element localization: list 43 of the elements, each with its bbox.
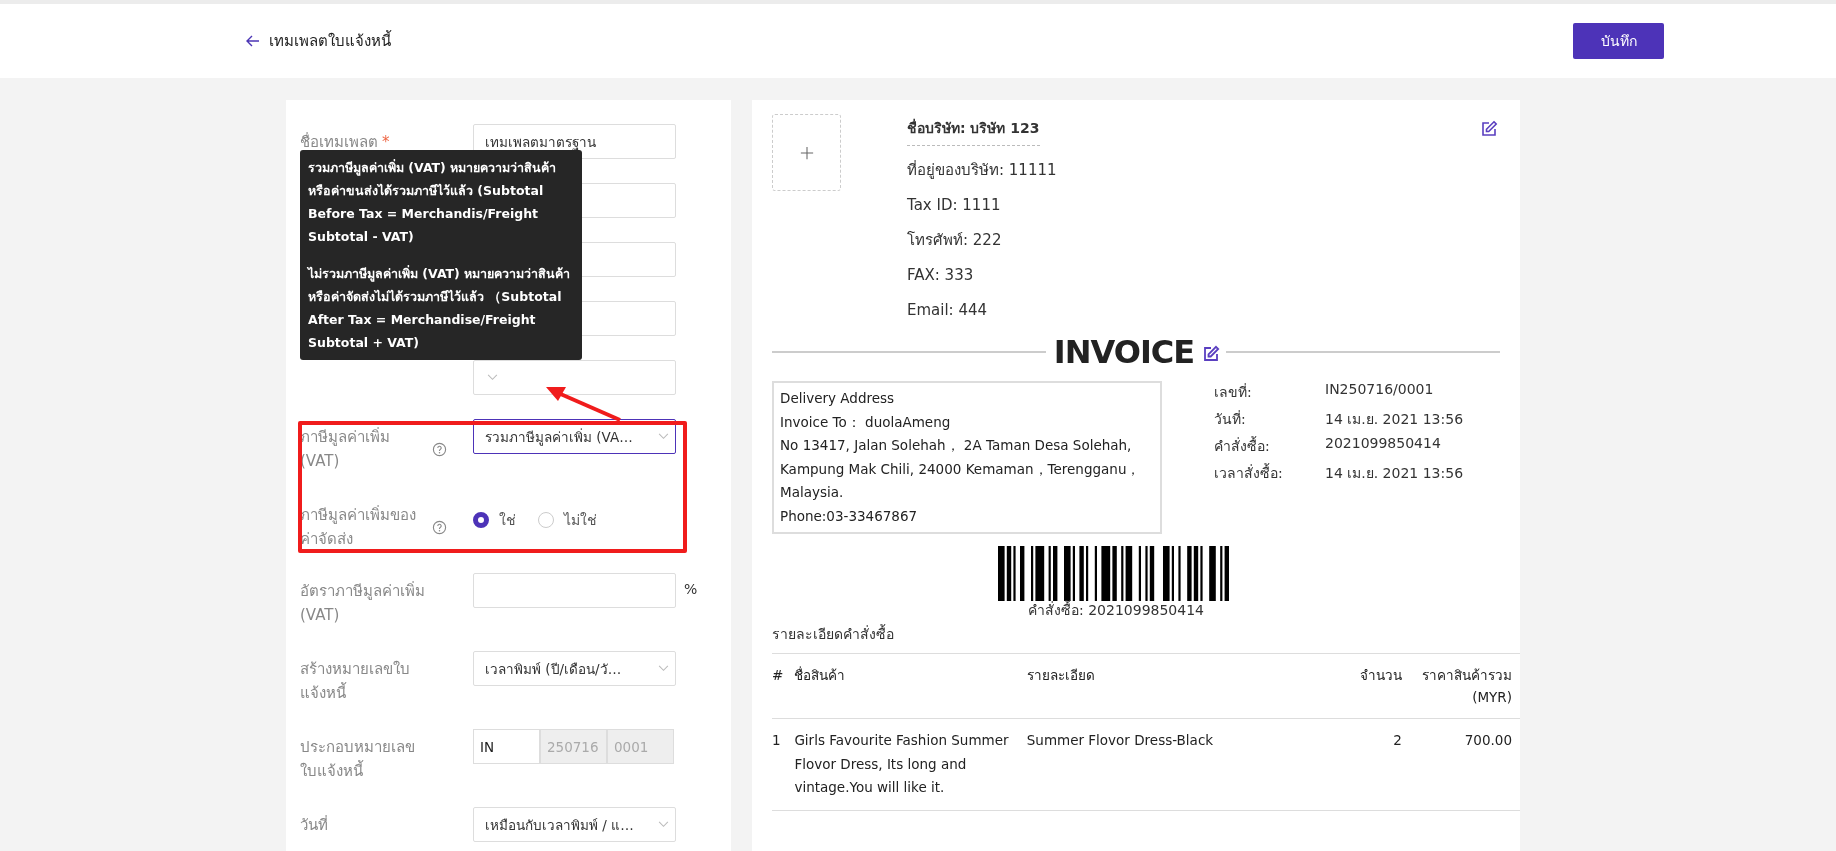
section-title: รายละเอียดคำสั่งซื้อ xyxy=(772,623,895,644)
table-cell: 700.00 xyxy=(1409,718,1520,810)
table-cell: Summer Flovor Dress-Black xyxy=(1026,718,1321,810)
barcode-caption: คำสั่งซื้อ: 2021099850414 xyxy=(1028,601,1204,619)
company-detail: โทรศัพท์: 222 xyxy=(907,230,1002,251)
address-line: No 13417, Jalan Solehah， 2A Taman Desa Solehah, Kampung Mak Chili, 24000 Kemaman，Terengganu， Malaysia. xyxy=(780,436,1142,502)
company-detail: ที่อยู่ของบริษัท: 11111 xyxy=(907,160,1057,181)
company-detail: Tax ID: 1111 xyxy=(907,195,1001,216)
meta-label: เวลาสั่งซื้อ: xyxy=(1214,462,1284,483)
column-header: จำนวน xyxy=(1320,653,1410,719)
column-header: ราคาสินค้ารวม (MYR) xyxy=(1409,653,1520,719)
table-cell: 1 xyxy=(772,718,795,810)
meta-value: 14 เม.ย. 2021 13:56 xyxy=(1325,410,1464,429)
address-line: Delivery Address xyxy=(780,389,896,408)
meta-label: คำสั่งซื้อ: xyxy=(1214,435,1271,456)
table-cell: 2 xyxy=(1320,718,1410,810)
radio-label: ใช่ xyxy=(499,511,516,530)
field-label: ชื่อเทมเพลต * xyxy=(300,131,390,153)
field-label: ภาษีมูลค่าเพิ่มของค่าจัดส่ง xyxy=(300,504,417,550)
company-detail: Email: 444 xyxy=(907,300,988,321)
column-header: รายละเอียด xyxy=(1026,653,1321,719)
radio-label: ไม่ใช่ xyxy=(564,511,597,530)
meta-value: IN250716/0001 xyxy=(1325,381,1435,399)
company-detail: FAX: 333 xyxy=(907,265,974,286)
address-line: Invoice To： duolaAmeng xyxy=(780,412,952,432)
company-name: ชื่อบริษัท: บริษัท 123 xyxy=(907,114,1040,146)
column-header: ชื่อสินค้า xyxy=(794,653,1027,719)
address-line: Phone:03-33467867 xyxy=(780,506,919,526)
column-header: # xyxy=(772,653,795,719)
field-label: ภาษีมูลค่าเพิ่ม (VAT) xyxy=(300,426,391,472)
field-label: สร้างหมายเลขใบแจ้งหนี้ xyxy=(300,659,411,704)
meta-value: 14 เม.ย. 2021 13:56 xyxy=(1325,464,1464,483)
meta-value: 2021099850414 xyxy=(1325,435,1442,453)
tooltip-text: รวมภาษีมูลค่าเพิ่ม (VAT) หมายความว่าสินค้าหรือค่าขนส่งได้รวมภาษีไว้แล้ว (Subtotal Before Tax = Merchandis/Freight Subtotal - VAT) xyxy=(308,158,558,246)
meta-label: เลขที่: xyxy=(1214,382,1253,402)
field-label: อัตราภาษีมูลค่าเพิ่ม (VAT) xyxy=(300,580,426,626)
invoice-title: INVOICE xyxy=(1052,333,1195,371)
tooltip-text: ไม่รวมภาษีมูลค่าเพิ่ม (VAT) หมายความว่าสินค้าหรือค่าจัดส่งไม่ได้รวมภาษีไว้แล้ว （Subtotal After Tax = Merchandise/Freight Subtotal + VAT) xyxy=(308,264,572,352)
table-cell: Girls Favourite Fashion Summer Flovor Dress, Its long and vintage.You will like it. xyxy=(794,718,1027,810)
field-label: ประกอบหมายเลขใบแจ้งหนี้ xyxy=(300,737,416,782)
meta-label: วันที่: xyxy=(1214,409,1247,429)
field-label: วันที่ xyxy=(300,814,328,836)
percent-sign: % xyxy=(684,581,698,597)
